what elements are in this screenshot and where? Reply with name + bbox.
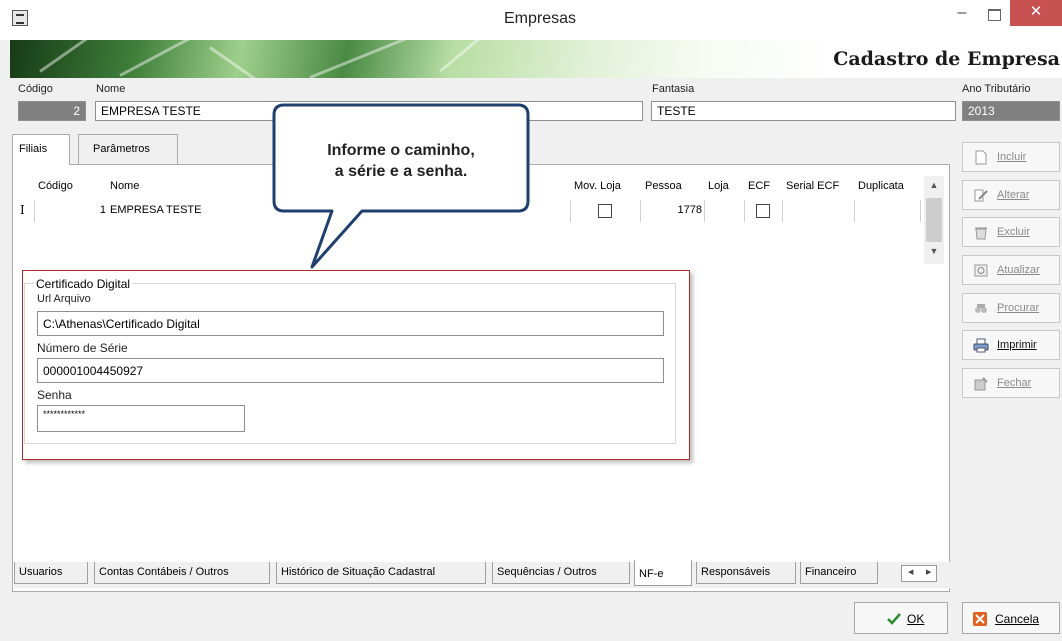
- printer-icon: [973, 338, 989, 353]
- tab-scroll-buttons[interactable]: ◀ ▶: [901, 565, 937, 582]
- codigo-label: Código: [18, 83, 53, 95]
- scroll-down-icon[interactable]: ▼: [928, 246, 940, 256]
- maximize-button[interactable]: [982, 4, 1006, 26]
- header-banner: Cadastro de Empresa: [10, 40, 1062, 78]
- atualizar-button[interactable]: Atualizar: [962, 255, 1060, 285]
- procurar-button[interactable]: Procurar: [962, 293, 1060, 323]
- new-document-icon: [975, 150, 987, 165]
- ano-tributario-label: Ano Tributário: [962, 83, 1031, 95]
- col-mov-loja[interactable]: Mov. Loja: [574, 180, 621, 192]
- callout-line-2: a série e a senha.: [334, 163, 468, 180]
- edit-icon: [974, 189, 988, 202]
- banner-title: Cadastro de Empresa: [833, 48, 1060, 70]
- row-ecf-checkbox[interactable]: [756, 204, 770, 218]
- tab-filiais[interactable]: Filiais: [12, 134, 70, 165]
- binoculars-icon: [975, 304, 987, 313]
- trash-icon: [975, 227, 987, 240]
- grid-scrollbar[interactable]: ▲ ▼: [924, 176, 944, 264]
- col-duplicata[interactable]: Duplicata: [858, 180, 904, 192]
- excluir-button[interactable]: Excluir: [962, 217, 1060, 247]
- refresh-icon: [974, 264, 988, 277]
- tab-nfe[interactable]: NF-e: [634, 560, 692, 586]
- nome-label: Nome: [96, 83, 126, 95]
- fechar-label: Fechar: [997, 377, 1032, 389]
- cancel-icon: [973, 612, 987, 626]
- fantasia-field[interactable]: TESTE: [651, 101, 956, 121]
- bottom-tabstrip: Usuarios Contas Contábeis / Outros Histó…: [14, 560, 952, 588]
- col-ecf[interactable]: ECF: [748, 180, 770, 192]
- callout-bubble: [272, 103, 530, 269]
- tab-scroll-left-icon[interactable]: ◀: [908, 568, 913, 576]
- tab-scroll-right-icon[interactable]: ▶: [926, 568, 931, 576]
- row-codigo: 1: [99, 204, 106, 216]
- checkmark-icon: [887, 613, 901, 625]
- title-bar: Empresas – ✕: [0, 0, 1062, 40]
- fechar-button[interactable]: Fechar: [962, 368, 1060, 398]
- imprimir-label: Imprimir: [997, 339, 1037, 351]
- ok-label: OK: [907, 612, 925, 626]
- col-nome[interactable]: Nome: [110, 180, 139, 192]
- col-codigo[interactable]: Código: [38, 180, 73, 192]
- cancelar-label: Cancela: [995, 612, 1040, 626]
- tab-historico-situacao[interactable]: Histórico de Situação Cadastral: [276, 562, 486, 584]
- incluir-button[interactable]: Incluir: [962, 142, 1060, 172]
- alterar-button[interactable]: Alterar: [962, 180, 1060, 210]
- excluir-label: Excluir: [997, 226, 1031, 238]
- cancelar-button[interactable]: Cancela: [962, 602, 1060, 634]
- callout-text: Informe o caminho, a série e a senha.: [284, 140, 518, 182]
- codigo-field[interactable]: 2: [18, 101, 86, 121]
- imprimir-button[interactable]: Imprimir: [962, 330, 1060, 360]
- col-serial-ecf[interactable]: Serial ECF: [786, 180, 839, 192]
- tab-financeiro[interactable]: Financeiro: [800, 562, 878, 584]
- close-door-icon: [974, 377, 988, 391]
- col-loja[interactable]: Loja: [708, 180, 729, 192]
- tab-usuarios[interactable]: Usuarios: [14, 562, 88, 584]
- scroll-thumb[interactable]: [926, 198, 942, 242]
- highlight-frame: [22, 270, 690, 460]
- tab-contas-contabeis[interactable]: Contas Contábeis / Outros: [94, 562, 270, 584]
- row-nome: EMPRESA TESTE: [110, 204, 202, 216]
- procurar-label: Procurar: [997, 302, 1040, 314]
- col-pessoa[interactable]: Pessoa: [645, 180, 682, 192]
- alterar-label: Alterar: [997, 189, 1030, 201]
- row-indicator: I: [20, 203, 25, 217]
- tab-responsaveis[interactable]: Responsáveis: [696, 562, 796, 584]
- atualizar-label: Atualizar: [997, 264, 1040, 276]
- row-mov-loja-checkbox[interactable]: [598, 204, 612, 218]
- row-pessoa: 1778: [677, 204, 702, 216]
- incluir-label: Incluir: [997, 151, 1027, 163]
- ok-button[interactable]: OK: [854, 602, 948, 634]
- minimize-button[interactable]: –: [950, 4, 974, 26]
- tab-parametros[interactable]: Parâmetros: [78, 134, 178, 164]
- scroll-up-icon[interactable]: ▲: [928, 180, 940, 190]
- window-title: Empresas: [503, 10, 577, 27]
- fantasia-label: Fantasia: [652, 83, 695, 95]
- close-button[interactable]: ✕: [1010, 0, 1062, 26]
- callout-line-1: Informe o caminho,: [327, 142, 475, 159]
- ano-tributario-field[interactable]: 2013: [962, 101, 1060, 121]
- tab-sequencias[interactable]: Sequências / Outros: [492, 562, 630, 584]
